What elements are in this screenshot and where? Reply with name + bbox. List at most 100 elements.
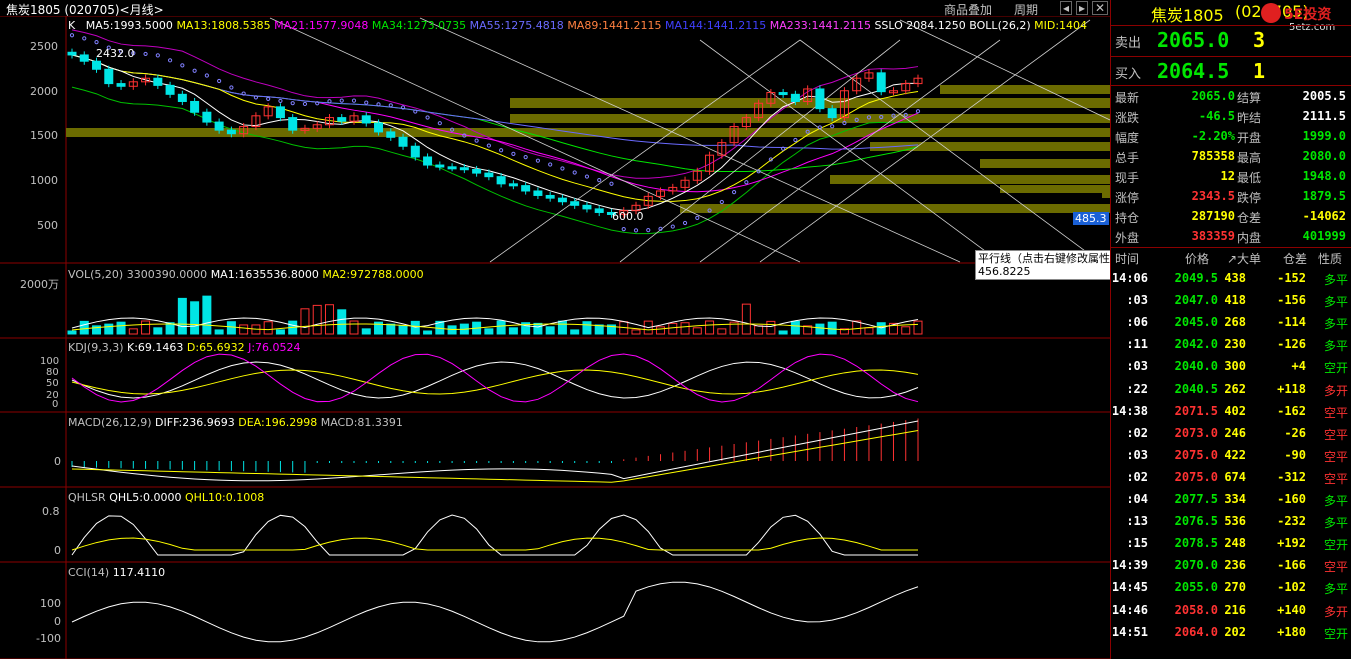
tick-volume: 246 [1224, 425, 1246, 440]
sar-dot [560, 166, 565, 171]
candle-body [104, 68, 114, 85]
tick-row[interactable]: :11 2042.0 230 -126 多平 [1111, 334, 1351, 354]
tick-time: :22 [1126, 381, 1148, 396]
tick-row[interactable]: :06 2045.0 268 -114 多平 [1111, 312, 1351, 332]
bid-row[interactable]: 买入 2064.5 1 [1111, 56, 1351, 85]
nav-next-button[interactable]: ▸ [1076, 1, 1089, 15]
tick-row[interactable]: :22 2040.5 262 +118 多开 [1111, 379, 1351, 399]
sar-dot [364, 100, 369, 105]
tick-nature: 空平 [1323, 405, 1348, 420]
sar-dot [584, 174, 590, 179]
sar-dot [167, 58, 173, 63]
tick-price: 2042.0 [1174, 337, 1218, 352]
tick-row[interactable]: :04 2077.5 334 -160 多平 [1111, 489, 1351, 509]
tick-list[interactable]: 14:06 2049.5 438 -152 多平:03 2047.0 418 -156 多平:0… [1111, 268, 1351, 659]
close-button[interactable]: ✕ [1092, 1, 1109, 15]
nav-prev-button[interactable]: ◂ [1060, 1, 1073, 15]
tick-volume: 422 [1224, 447, 1246, 462]
bid-price: 2064.5 [1157, 59, 1230, 83]
candle-body [79, 54, 89, 62]
boll-mid-label: MID:1404 [1034, 19, 1088, 32]
candle-body [557, 197, 567, 203]
parallel-trend-line [419, 17, 961, 263]
tick-row[interactable]: 14:39 2070.0 236 -166 空平 [1111, 555, 1351, 575]
ask-row[interactable]: 卖出 2065.0 3 [1111, 25, 1351, 54]
tick-row[interactable]: :03 2040.0 300 +4 空开 [1111, 356, 1351, 376]
sar-dot [180, 63, 185, 68]
quote-stat-row: 外盘 383359 内盘 401999 [1111, 226, 1351, 246]
period-button[interactable]: 周期 [1014, 1, 1038, 18]
sar-dot [572, 170, 577, 175]
quote-stats: 最新 2065.0 结算 2005.5 涨跌 -46.5 昨结 2111.5 幅度 -2.20% 开… [1111, 85, 1351, 246]
tick-row[interactable]: :03 2075.0 422 -90 空平 [1111, 445, 1351, 465]
vol-ma1: MA1:1635536.8000 [210, 268, 319, 281]
volume-bar [104, 323, 114, 335]
sar-dot [744, 180, 749, 185]
volume-bar [864, 327, 874, 335]
tick-oi-change: -90 [1284, 447, 1306, 462]
sar-dot [830, 124, 835, 129]
sar-dot [315, 101, 320, 106]
stat-value: 785358 [1191, 149, 1235, 163]
y-axis-500: 500 [37, 219, 58, 232]
ask-label: 卖出 [1115, 36, 1142, 51]
y-axis-2000: 2000 [30, 85, 58, 98]
sar-dot [241, 91, 246, 96]
stat-label: 外盘 [1115, 231, 1140, 245]
tick-time: 14:45 [1111, 580, 1148, 595]
tick-oi-change: -160 [1277, 492, 1306, 506]
cci-value: 117.4110 [112, 566, 166, 579]
tick-price: 2040.0 [1174, 359, 1218, 374]
macd-dea: DEA:196.2998 [238, 416, 318, 429]
candle-body [410, 145, 420, 158]
tick-row[interactable]: :03 2047.0 418 -156 多平 [1111, 290, 1351, 310]
sar-dot [719, 199, 724, 205]
tick-nature: 多平 [1323, 295, 1348, 310]
tick-row[interactable]: 14:46 2058.0 216 +140 多开 [1111, 600, 1351, 620]
volume-bar [324, 304, 334, 335]
tick-oi-change: -26 [1284, 425, 1306, 440]
quote-stat-row: 总手 785358 最高 2080.0 [1111, 146, 1351, 166]
tick-volume: 216 [1224, 602, 1246, 617]
parallel-trend-line [489, 39, 801, 263]
tick-nature: 空平 [1323, 471, 1348, 486]
ma21-line [71, 54, 919, 193]
sar-dot [94, 40, 99, 45]
candle-body [153, 77, 163, 86]
overlay-button[interactable]: 商品叠加 [944, 1, 992, 18]
tick-row[interactable]: 14:06 2049.5 438 -152 多平 [1111, 268, 1351, 288]
tick-row[interactable]: :02 2073.0 246 -26 空平 [1111, 423, 1351, 443]
ma5-label: MA5:1993.5000 [85, 19, 173, 32]
kline-chart-area[interactable] [0, 0, 1110, 659]
tick-row[interactable]: 14:45 2055.0 270 -102 多平 [1111, 577, 1351, 597]
stat-value: 2005.5 [1302, 89, 1346, 103]
stat-label: 最高 [1237, 151, 1262, 165]
tick-volume: 674 [1224, 469, 1246, 484]
stat-label: 昨结 [1237, 111, 1262, 125]
candle-body [459, 167, 469, 171]
tick-row[interactable]: 14:51 2064.0 202 +180 空开 [1111, 622, 1351, 642]
stat-label: 开盘 [1237, 131, 1262, 145]
volume-bar [582, 321, 592, 335]
tick-time: :04 [1126, 492, 1148, 506]
volume-profile-band [1102, 190, 1110, 198]
candle-body [275, 106, 285, 119]
tick-time: 14:06 [1111, 271, 1148, 285]
candle-body [202, 111, 212, 123]
sar-dot [695, 215, 700, 220]
stat-value: -14062 [1302, 209, 1346, 223]
candle-body [226, 129, 236, 135]
tick-row[interactable]: :02 2075.0 674 -312 空平 [1111, 467, 1351, 487]
tick-row[interactable]: :15 2078.5 248 +192 空开 [1111, 533, 1351, 553]
volume-bar [361, 328, 371, 335]
tick-volume: 402 [1224, 403, 1246, 418]
tick-volume: 248 [1224, 536, 1246, 551]
tick-row[interactable]: :13 2076.5 536 -232 多平 [1111, 511, 1351, 531]
tick-header-nature: 性质 [1318, 252, 1343, 266]
boll-label: BOLL(26,2) [969, 19, 1031, 32]
tick-row[interactable]: 14:38 2071.5 402 -162 空平 [1111, 401, 1351, 421]
stat-label: 涨停 [1115, 191, 1140, 205]
candle-body [545, 194, 555, 199]
quote-stat-row: 最新 2065.0 结算 2005.5 [1111, 86, 1351, 106]
kdj-d: D:65.6932 [186, 341, 245, 354]
